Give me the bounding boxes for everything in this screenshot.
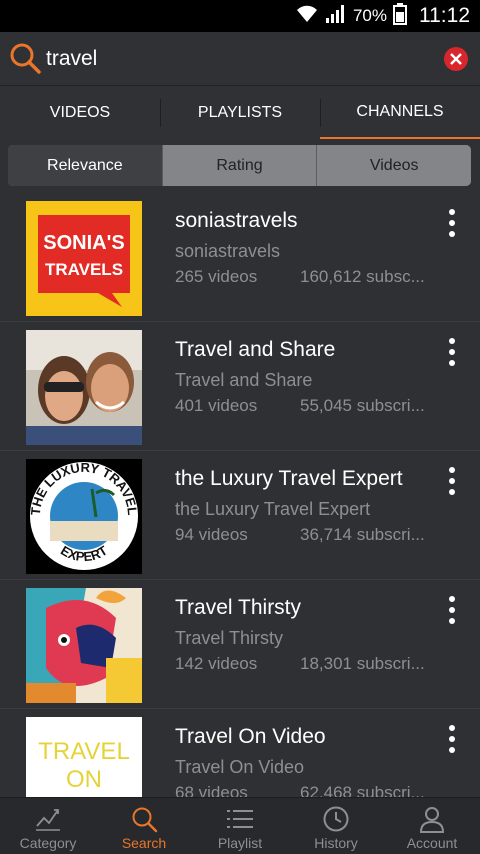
channel-subtitle: Travel and Share [175, 370, 313, 390]
video-count: 401 videos [175, 396, 258, 415]
more-options-icon[interactable] [444, 725, 460, 753]
tab-channels[interactable]: CHANNELS [320, 87, 480, 139]
channel-list: SONIA'S TRAVELS soniastravels soniastrav… [0, 193, 480, 797]
channel-subtitle: Travel On Video [175, 757, 305, 777]
more-options-icon[interactable] [444, 338, 460, 366]
sort-rating-button[interactable]: Rating [161, 145, 317, 186]
clock-time: 11:12 [419, 4, 470, 27]
battery-percent: 70% [352, 6, 387, 25]
search-bar [0, 32, 480, 86]
svg-text:SONIA'S: SONIA'S [43, 232, 124, 254]
channel-name[interactable]: Travel and Share [175, 338, 335, 362]
nav-label: History [314, 835, 358, 851]
svg-text:TRAVEL: TRAVEL [38, 738, 130, 765]
person-icon [417, 804, 447, 834]
nav-label: Search [121, 835, 167, 851]
nav-account[interactable]: Account [384, 798, 480, 854]
svg-text:ON: ON [66, 766, 102, 793]
channel-subtitle: Travel Thirsty [175, 628, 284, 648]
sort-videos-button[interactable]: Videos [316, 145, 471, 186]
subscriber-count: 62,468 subscri... [300, 783, 425, 797]
channel-row[interactable]: SONIA'S TRAVELS soniastravels soniastrav… [0, 193, 480, 322]
clear-search-button[interactable] [444, 47, 468, 71]
channel-thumbnail[interactable]: TRAVEL ON VIDEO [26, 717, 142, 797]
battery-icon [393, 2, 407, 30]
channel-subtitle: soniastravels [175, 241, 281, 261]
channel-thumbnail[interactable] [26, 330, 142, 445]
more-options-icon[interactable] [444, 209, 460, 237]
close-icon [450, 53, 462, 65]
channel-name[interactable]: the Luxury Travel Expert [175, 467, 403, 491]
nav-category[interactable]: Category [0, 798, 96, 854]
channel-thumbnail[interactable] [26, 588, 142, 703]
result-type-tabs: VIDEOS PLAYLISTS CHANNELS [0, 87, 480, 139]
clock-icon [321, 804, 351, 834]
nav-label: Playlist [217, 835, 263, 851]
nav-label: Account [406, 835, 458, 851]
sort-segmented-control: Relevance Rating Videos [8, 145, 471, 186]
channel-row[interactable]: TRAVEL ON VIDEO Travel On Video Travel O… [0, 709, 480, 797]
channel-thumbnail[interactable]: SONIA'S TRAVELS [26, 201, 142, 316]
search-icon [129, 804, 159, 834]
channel-row[interactable]: Travel and Share Travel and Share 401 vi… [0, 322, 480, 451]
nav-search[interactable]: Search [96, 798, 192, 854]
subscriber-count: 55,045 subscri... [300, 396, 425, 415]
chart-icon [33, 804, 63, 834]
video-count: 68 videos [175, 783, 248, 797]
sort-relevance-button[interactable]: Relevance [8, 145, 162, 186]
channel-name[interactable]: soniastravels [175, 209, 298, 233]
channel-name[interactable]: Travel On Video [175, 725, 326, 749]
subscriber-count: 160,612 subsc... [300, 267, 425, 286]
wifi-icon [295, 4, 319, 29]
tab-videos[interactable]: VIDEOS [0, 87, 160, 139]
subscriber-count: 18,301 subscri... [300, 654, 425, 673]
subscriber-count: 36,714 subscri... [300, 525, 425, 544]
more-options-icon[interactable] [444, 596, 460, 624]
channel-row[interactable]: THE LUXURY TRAVEL EXPERT the Luxury Trav… [0, 451, 480, 580]
channel-name[interactable]: Travel Thirsty [175, 596, 301, 620]
channel-subtitle: the Luxury Travel Expert [175, 499, 371, 519]
status-bar: 70% 11:12 [0, 0, 480, 32]
channel-row[interactable]: Travel Thirsty Travel Thirsty 142 videos… [0, 580, 480, 709]
more-options-icon[interactable] [444, 467, 460, 495]
search-input[interactable] [46, 44, 426, 74]
video-count: 265 videos [175, 267, 258, 286]
svg-text:TRAVELS: TRAVELS [45, 260, 123, 279]
video-count: 94 videos [175, 525, 248, 544]
search-icon[interactable] [8, 41, 42, 75]
channel-thumbnail[interactable]: THE LUXURY TRAVEL EXPERT [26, 459, 142, 574]
bottom-navigation: Category Search Playlist History Account [0, 797, 480, 854]
nav-history[interactable]: History [288, 798, 384, 854]
video-count: 142 videos [175, 654, 258, 673]
tab-playlists[interactable]: PLAYLISTS [160, 87, 320, 139]
nav-label: Category [19, 835, 77, 851]
signal-icon [325, 4, 347, 29]
nav-playlist[interactable]: Playlist [192, 798, 288, 854]
list-icon [225, 804, 255, 834]
